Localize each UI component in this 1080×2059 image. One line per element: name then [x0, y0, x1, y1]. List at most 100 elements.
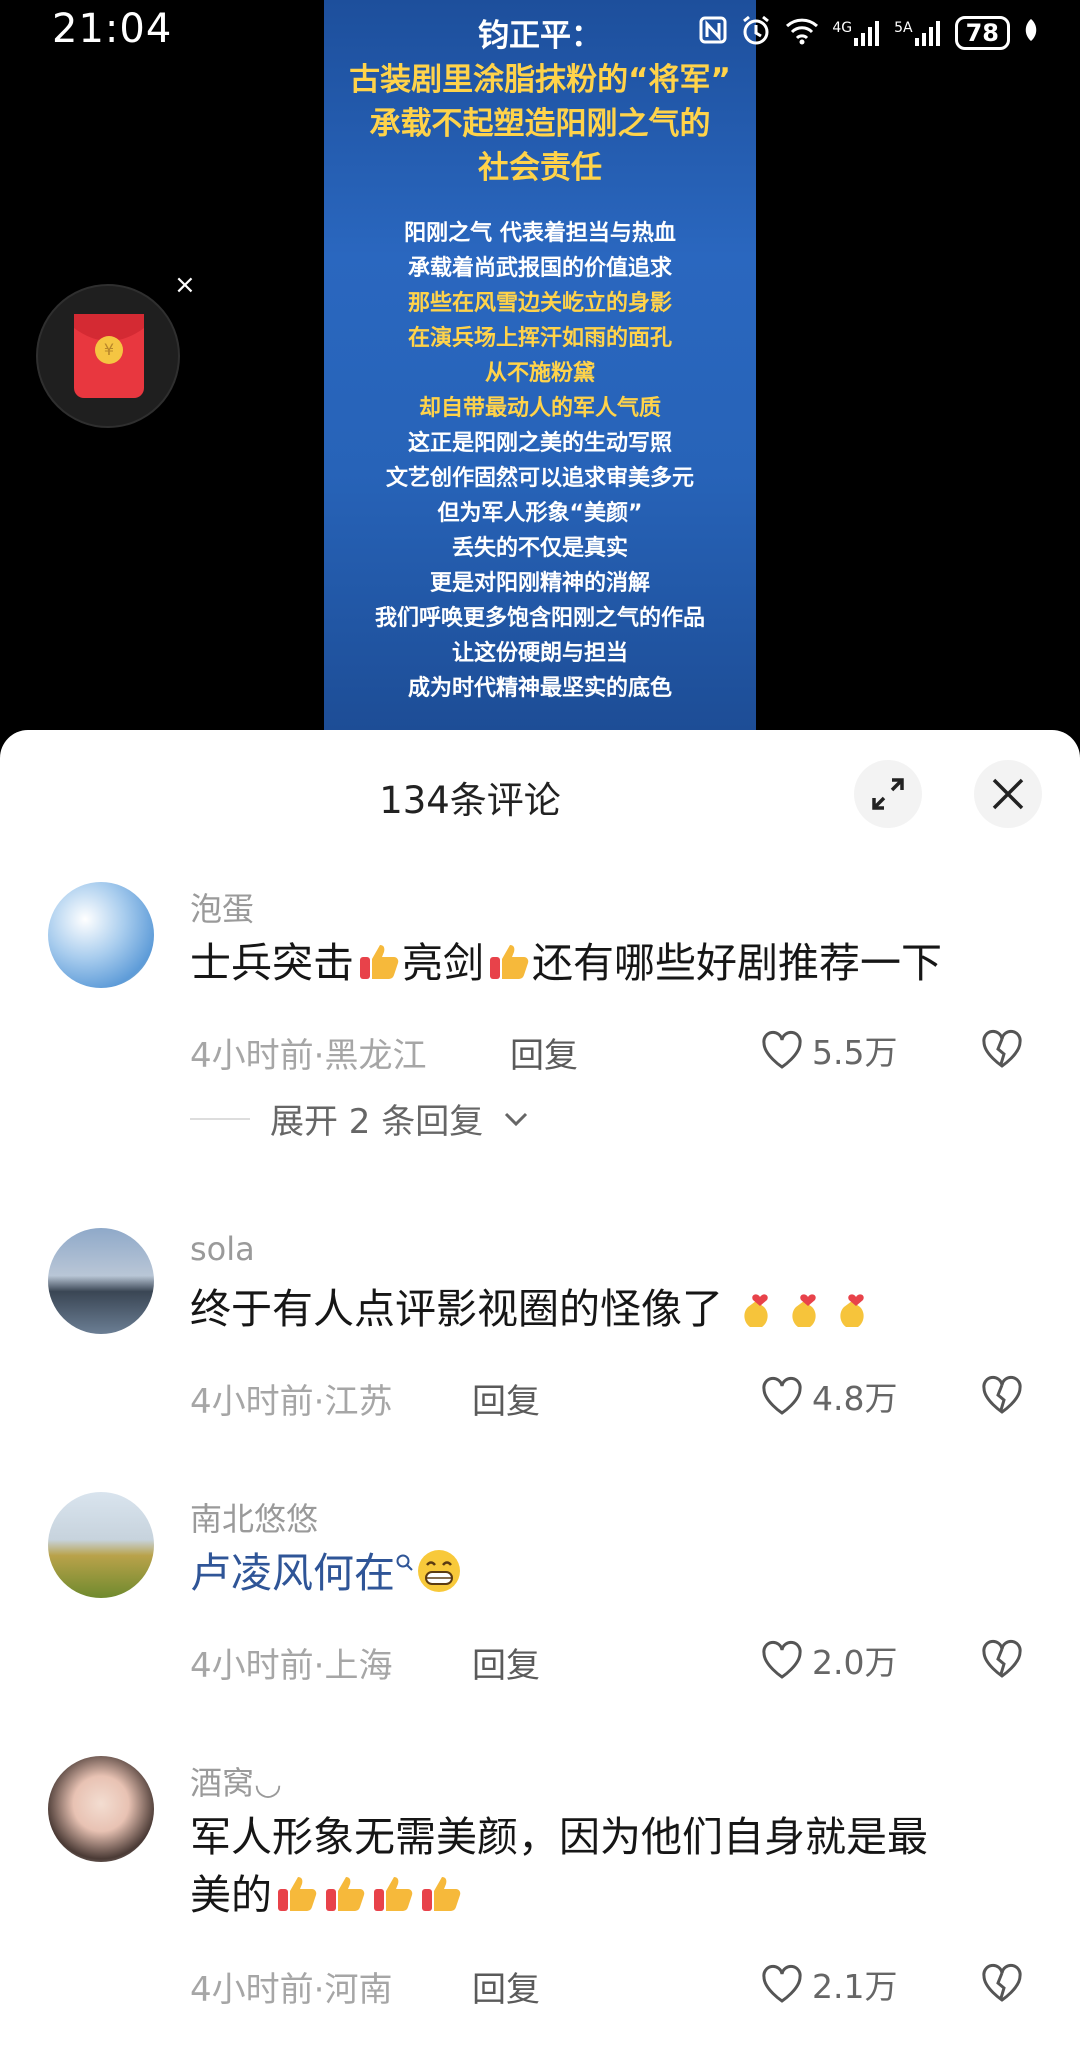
finger-heart-icon [840, 1294, 864, 1327]
divider-dash [190, 1117, 250, 1120]
poster-line: 文艺创作固然可以追求审美多元 [385, 466, 694, 491]
reply-button[interactable]: 回复 [510, 1028, 578, 1077]
thumbs-up-icon [374, 1877, 413, 1911]
expand-sheet-button[interactable] [854, 760, 922, 828]
expand-replies-label: 展开 2 条回复 [270, 1102, 484, 1142]
dislike-button[interactable] [980, 1962, 1024, 2008]
thumbs-up-icon [278, 1877, 317, 1911]
poster-line: 在演兵场上挥汗如雨的面孔 [407, 326, 672, 351]
poster-line: 这正是阳刚之美的生动写照 [407, 431, 672, 456]
like-count: 4.8万 [812, 1379, 898, 1418]
like-button[interactable]: 4.8万 [760, 1372, 897, 1420]
poster-title-line: 承载不起塑造阳刚之气的 [369, 106, 711, 142]
signal-label: 4G [832, 20, 853, 36]
search-icon [396, 1554, 413, 1571]
like-count: 5.5万 [812, 1033, 898, 1072]
signal-icon-b: 5A [894, 20, 942, 46]
broken-heart-icon [982, 1963, 1022, 2002]
avatar[interactable] [48, 1228, 154, 1334]
thumbs-up-icon [422, 1877, 461, 1911]
chevron-down-icon [505, 1112, 528, 1126]
reply-button[interactable]: 回复 [472, 1374, 540, 1423]
video-player[interactable]: 钧正平： 古装剧里涂脂抹粉的“将军” 承载不起塑造阳刚之气的 社会责任 阳刚之气… [0, 0, 1080, 740]
broken-heart-icon [982, 1639, 1022, 1678]
leaf-icon [1022, 17, 1040, 49]
poster-line: 成为时代精神最坚实的底色 [407, 676, 672, 701]
comment-sheet: 134条评论 泡蛋 士兵突击 亮剑 还有哪些好剧推荐一下 4小时前·黑龙江 回复 5… [0, 730, 1080, 2059]
poster-line: 让这份硬朗与担当 [451, 641, 628, 666]
comment-time-location: 4小时前·河南 [190, 1970, 393, 2010]
alarm-icon [740, 14, 772, 52]
heart-icon [762, 1640, 802, 1679]
comment-text-part: 卢凌风何在 [190, 1549, 395, 1597]
comment-count-title: 134条评论 [379, 779, 561, 822]
red-packet-close-button[interactable]: × [174, 270, 196, 300]
poster-line: 从不施粉黛 [484, 361, 595, 386]
battery-indicator: 78 [954, 16, 1010, 50]
poster-body: 阳刚之气 代表着担当与热血 承载着尚武报国的价值追求 那些在风雪边关屹立的身影 … [324, 216, 756, 706]
signal-label: 5A [894, 20, 913, 36]
comment-text[interactable]: 士兵突击 亮剑 还有哪些好剧推荐一下 [190, 934, 1040, 992]
expand-replies-button[interactable]: 展开 2 条回复 [190, 1094, 529, 1143]
clock: 21:04 [52, 6, 173, 52]
avatar[interactable] [48, 882, 154, 988]
like-button[interactable]: 5.5万 [760, 1026, 897, 1074]
comment-text[interactable]: 军人形象无需美颜，因为他们自身就是最美的 [190, 1808, 960, 1924]
comment-text[interactable]: 卢凌风何在 [190, 1544, 1040, 1602]
comment-time-location: 4小时前·黑龙江 [190, 1036, 427, 1076]
comment-text-part: 亮剑 [402, 939, 484, 987]
comment-author[interactable]: 南北悠悠 [190, 1494, 318, 1540]
comment-text-part: 还有哪些好剧推荐一下 [532, 939, 942, 987]
dislike-button[interactable] [980, 1028, 1024, 1074]
poster-line: 却自带最动人的军人气质 [418, 396, 661, 421]
video-poster: 钧正平： 古装剧里涂脂抹粉的“将军” 承载不起塑造阳刚之气的 社会责任 阳刚之气… [324, 0, 756, 730]
like-button[interactable]: 2.1万 [760, 1960, 897, 2008]
poster-title-line: 古装剧里涂脂抹粉的“将军” [349, 62, 731, 98]
poster-title-line: 社会责任 [478, 150, 602, 186]
nfc-icon [698, 15, 728, 51]
heart-icon [762, 1030, 802, 1069]
poster-line: 更是对阳刚精神的消解 [429, 571, 650, 596]
heart-icon [762, 1964, 802, 2003]
avatar[interactable] [48, 1756, 154, 1862]
expand-icon [872, 778, 904, 810]
reply-button[interactable]: 回复 [472, 1638, 540, 1687]
reply-button[interactable]: 回复 [472, 1962, 540, 2011]
broken-heart-icon [982, 1029, 1022, 1068]
finger-heart-icon [744, 1294, 768, 1327]
avatar[interactable] [48, 1492, 154, 1598]
comment-text-part: 士兵突击 [190, 939, 354, 987]
comment-author[interactable]: 酒窝◡ [190, 1758, 282, 1804]
envelope-seal: ¥ [95, 336, 123, 364]
thumbs-up-icon [326, 1877, 365, 1911]
wifi-icon [784, 15, 820, 51]
dislike-button[interactable] [980, 1374, 1024, 1420]
thumbs-up-icon [490, 945, 529, 979]
close-icon [992, 778, 1024, 810]
poster-line: 承载着尚武报国的价值追求 [407, 256, 672, 281]
like-button[interactable]: 2.0万 [760, 1636, 897, 1684]
comment-author[interactable]: sola [190, 1230, 255, 1268]
broken-heart-icon [982, 1375, 1022, 1414]
poster-line: 那些在风雪边关屹立的身影 [407, 291, 672, 316]
close-sheet-button[interactable] [974, 760, 1042, 828]
status-bar: 21:04 4G 5A 78 [0, 0, 1080, 62]
comment-author[interactable]: 泡蛋 [190, 884, 254, 930]
comment-time-location: 4小时前·江苏 [190, 1382, 393, 1422]
finger-heart-icon [792, 1294, 816, 1327]
like-count: 2.0万 [812, 1643, 898, 1682]
poster-line: 但为军人形象“美颜” [437, 501, 643, 526]
thumbs-up-icon [360, 945, 399, 979]
status-icons: 4G 5A 78 [698, 14, 1040, 52]
comment-time-location: 4小时前·上海 [190, 1646, 393, 1686]
dislike-button[interactable] [980, 1638, 1024, 1684]
heart-icon [762, 1376, 802, 1415]
comment-text[interactable]: 终于有人点评影视圈的怪像了 [190, 1280, 1040, 1338]
red-envelope-icon: ¥ [74, 314, 144, 398]
poster-line: 丢失的不仅是真实 [451, 536, 628, 561]
poster-line: 我们呼唤更多饱含阳刚之气的作品 [374, 606, 705, 631]
like-count: 2.1万 [812, 1967, 898, 2006]
signal-icon-a: 4G [832, 20, 882, 46]
comment-text-part: 终于有人点评影视圈的怪像了 [190, 1285, 723, 1333]
red-packet-widget[interactable]: ¥ [36, 284, 180, 428]
